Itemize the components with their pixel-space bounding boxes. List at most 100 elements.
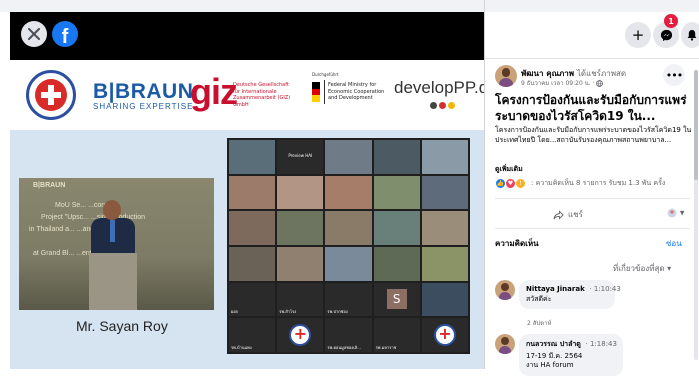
comment-bubble: กนลวรรณ ปาลำดู · 1:18:43 17-19 มี.ค. 256… [519,334,623,376]
post-timestamp[interactable]: 9 ธันวาคม เวลา 09:20 น. · [521,80,596,87]
share-button[interactable]: แชร์ [553,208,583,221]
bell-icon [687,30,697,41]
participant-tile [277,247,324,281]
speaker-tie [110,220,115,242]
participant-name: ผอก [231,309,239,315]
banner-line-1: B|BRAUN [33,182,66,189]
comment-video-time[interactable]: · 1:10:43 [587,285,621,293]
audience-selector[interactable]: ▾ [667,208,684,219]
comment-time-value[interactable]: 1:10:43 [594,285,621,293]
commenter-avatar[interactable] [495,280,515,300]
participant-grid: Preview HAI ผอก รพ.สำโรง รพ.ปากช่อง S รพ.บ้าน… [229,140,468,352]
close-button[interactable] [21,21,47,47]
sidebar-scrollbar[interactable] [694,70,698,360]
post-body: โครงการป้องกันและรับมือกับการแพร่ระบาดขอ… [495,126,692,145]
actions-divider-bottom [495,228,690,229]
bmz-text: Federal Ministry for Economic Cooperatio… [328,82,385,101]
sponsor-logo-bar: B|BRAUN SHARING EXPERTISE giz Deutsche G… [10,60,484,130]
participant-tile [277,175,324,210]
reactions-summary[interactable]: 👍 ♥ ! : ความคิดเห็น 8 รายการ รับชม 1.3 พ… [495,178,699,189]
screen: f B|BRAUN SHARING EXPERTISE giz Deutsche… [0,0,699,376]
close-icon [28,28,40,40]
live-video-frame[interactable]: B|BRAUN SHARING EXPERTISE giz Deutsche G… [10,60,484,369]
messenger-icon [660,29,672,41]
german-flag-icon [312,82,320,102]
comments-heading: ความคิดเห็น [495,239,539,248]
post-sidebar: + 1 พัฒนา คุณภาพ ได้แชร์ภาพสด 9 ธันวาคม … [484,12,699,376]
participant-tile [325,175,372,210]
comment-author[interactable]: กนลวรรณ ปาลำดู · 1:18:43 [526,339,617,350]
post-options-button[interactable]: ••• [663,64,685,86]
participant-tile: S [373,282,420,317]
comment-author-name[interactable]: กนลวรรณ ปาลำดู [526,340,581,348]
author-avatar[interactable] [495,65,517,87]
comment-sort-dropdown[interactable]: ที่เกี่ยวข้องที่สุด ▾ [613,262,671,275]
post-title: โครงการป้องกันและรับมือกับการแพร่ระบาดขอ… [495,93,687,124]
engagement-stats: : ความคิดเห็น 8 รายการ รับชม 1.3 พัน ครั… [531,179,666,187]
podium [89,253,137,310]
notifications-button[interactable] [681,22,699,48]
actions-divider-top [495,198,690,199]
share-icon [553,209,564,220]
post-actions: แชร์ ▾ [485,202,699,228]
facebook-logo-glyph: f [61,26,69,47]
speaker-name-caption: Mr. Sayan Roy [76,318,168,334]
participant-tile [277,318,324,352]
speaker-video: B|BRAUN MoU Se... ...conomy Project "Ups… [19,178,214,310]
participant-tile: รพ.มหาราช [373,318,420,352]
participant-tile-text: Preview HAI [288,153,313,159]
participant-tile [229,175,276,210]
participant-name: รพ.ดอนมูลชองเลิ... [327,345,361,350]
comment-text: 17-19 มี.ค. 2564 งาน HA forum [526,352,583,370]
participant-tile: รพ.ปากช่อง [325,282,372,317]
participant-tile [229,211,276,245]
comment-video-time[interactable]: · 1:18:43 [583,340,617,348]
participant-tile: ผอก [229,282,276,317]
create-button[interactable]: + [625,22,651,48]
ha-logo-icon [289,324,312,347]
more-icon: ••• [665,68,683,82]
globe-icon [596,80,604,87]
hide-comments-link[interactable]: ซ่อน [666,237,682,250]
ha-seal-logo [26,70,76,120]
developpp-logo: developPP.de [394,78,484,97]
participant-tile [373,247,420,281]
wow-reaction-icon: ! [515,178,526,189]
bbraun-logo: B|BRAUN SHARING EXPERTISE [93,80,193,111]
see-more-link[interactable]: ดูเพิ่มเติม [495,164,523,175]
participant-tile: รพ.สำโรง [277,282,324,317]
speaker-head [103,200,121,220]
comment-author[interactable]: Nittaya Jinarak · 1:10:43 [526,285,621,293]
scrollbar-thumb[interactable] [694,70,698,180]
ha-logo-icon [433,324,456,347]
participant-name: รพ.สำโรง [279,309,297,315]
media-viewer: f B|BRAUN SHARING EXPERTISE giz Deutsche… [10,12,484,369]
viewer-topbar: f [10,12,484,60]
bmz-label: Durchgeführt [312,72,339,77]
share-label: แชร์ [568,210,583,219]
messenger-badge: 1 [664,14,678,28]
comment-time-value[interactable]: 1:18:43 [590,340,617,348]
participant-name: รพ.บ้านแพง [231,345,252,350]
comment-text: สวัสดีค่ะ [526,295,552,303]
post-author-name[interactable]: พัฒนา คุณภาพ [521,69,574,78]
giz-logo: giz [190,71,238,112]
comment-age: 2 สัปดาห์ [527,320,552,327]
participant-tile [421,282,468,317]
participant-tile [325,247,372,281]
participant-tile [421,175,468,210]
bmz-divider [324,80,325,104]
giz-description: Deutsche Gesellschaft für Internationale… [233,82,291,108]
post-author-action: ได้แชร์ภาพสด [576,69,627,78]
participant-tile: รพ.ดอนมูลชองเลิ... [325,318,372,352]
comment-bubble: Nittaya Jinarak · 1:10:43 สวัสดีค่ะ [519,280,621,310]
video-conference-grid: Preview HAI ผอก รพ.สำโรง รพ.ปากช่อง S รพ.บ้าน… [227,138,470,354]
top-strip [0,0,484,12]
participant-tile [373,175,420,210]
participant-tile [277,211,324,245]
participant-tile [373,211,420,245]
facebook-logo[interactable]: f [52,21,78,47]
top-strip-right [484,0,699,12]
commenter-avatar[interactable] [495,334,515,354]
comment-author-name[interactable]: Nittaya Jinarak [526,285,585,293]
